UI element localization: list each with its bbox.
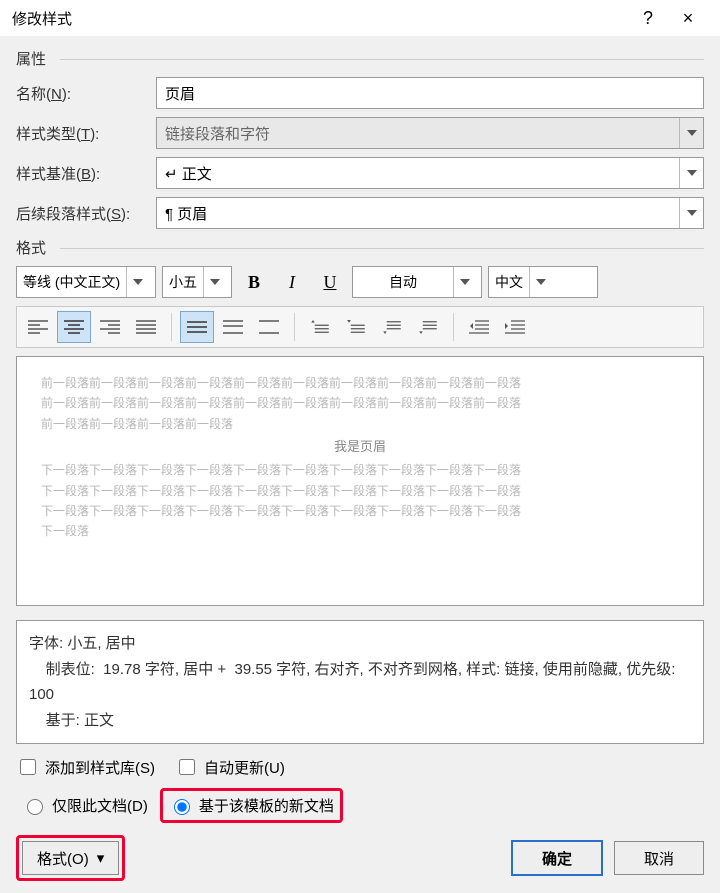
preview-next-para: 下一段落下一段落下一段落下一段落下一段落下一段落下一段落下一段落下一段落下一段落 (41, 460, 679, 480)
add-to-gallery-checkbox[interactable]: 添加到样式库(S) (16, 756, 155, 778)
auto-update-checkbox[interactable]: 自动更新(U) (175, 756, 285, 778)
preview-sample-text: 我是页眉 (41, 436, 679, 458)
underline-button[interactable]: U (314, 266, 346, 298)
separator (171, 313, 172, 341)
chevron-down-icon[interactable] (679, 198, 703, 228)
label-name: 名称(N): (16, 83, 156, 104)
basedon-dropdown[interactable]: ↵ 正文 (156, 157, 704, 189)
linespacing-2-button[interactable] (252, 311, 286, 343)
space-before-inc-button[interactable] (303, 311, 337, 343)
only-this-doc-radio[interactable]: 仅限此文档(D) (16, 791, 154, 820)
space-before-dec-button[interactable] (339, 311, 373, 343)
template-new-docs-radio[interactable]: 基于该模板的新文档 (160, 788, 343, 823)
label-followpara: 后续段落样式(S): (16, 203, 156, 224)
label-styletype: 样式类型(T): (16, 123, 156, 144)
add-to-gallery-input[interactable] (20, 759, 36, 775)
preview-prev-para: 前一段落前一段落前一段落前一段落前一段落前一段落前一段落前一段落前一段落前一段落 (41, 373, 679, 393)
format-menu-button[interactable]: 格式(O) ▾ (22, 841, 119, 875)
preview-prev-para: 前一段落前一段落前一段落前一段落前一段落前一段落前一段落前一段落前一段落前一段落 (41, 393, 679, 413)
preview-next-para: 下一段落下一段落下一段落下一段落下一段落下一段落下一段落下一段落下一段落下一段落 (41, 481, 679, 501)
help-button[interactable]: ? (628, 8, 668, 29)
linespacing-1-5-button[interactable] (216, 311, 250, 343)
followpara-dropdown[interactable]: ¶ 页眉 (156, 197, 704, 229)
italic-button[interactable]: I (276, 266, 308, 298)
align-center-button[interactable] (57, 311, 91, 343)
font-size-dropdown[interactable]: 小五 (162, 266, 232, 298)
preview-next-para: 下一段落下一段落下一段落下一段落下一段落下一段落下一段落下一段落下一段落下一段落 (41, 501, 679, 521)
chevron-down-icon[interactable] (453, 267, 475, 297)
chevron-down-icon[interactable] (529, 267, 551, 297)
only-this-doc-input[interactable] (27, 799, 43, 815)
font-color-dropdown[interactable]: 自动 (352, 266, 482, 298)
align-left-button[interactable] (21, 311, 55, 343)
bold-button[interactable]: B (238, 266, 270, 298)
format-toolbar-1: 等线 (中文正文) 小五 B I U 自动 中文 (16, 266, 704, 298)
preview-box: 前一段落前一段落前一段落前一段落前一段落前一段落前一段落前一段落前一段落前一段落… (16, 356, 704, 606)
chevron-down-icon[interactable] (203, 267, 225, 297)
section-format: 格式 (16, 237, 704, 258)
close-button[interactable]: × (668, 8, 708, 29)
separator (294, 313, 295, 341)
dialog-title: 修改样式 (12, 8, 628, 29)
space-after-inc-button[interactable] (375, 311, 409, 343)
template-new-docs-input[interactable] (174, 799, 190, 815)
preview-prev-para: 前一段落前一段落前一段落前一段落 (41, 414, 679, 434)
styletype-dropdown: 链接段落和字符 (156, 117, 704, 149)
font-name-dropdown[interactable]: 等线 (中文正文) (16, 266, 156, 298)
preview-next-para: 下一段落 (41, 521, 679, 541)
align-right-button[interactable] (93, 311, 127, 343)
label-basedon: 样式基准(B): (16, 163, 156, 184)
auto-update-input[interactable] (179, 759, 195, 775)
space-after-dec-button[interactable] (411, 311, 445, 343)
chevron-down-icon[interactable] (679, 158, 703, 188)
chevron-down-icon (679, 118, 703, 148)
section-properties: 属性 (16, 48, 704, 69)
ok-button[interactable]: 确定 (512, 841, 602, 875)
separator (453, 313, 454, 341)
align-justify-button[interactable] (129, 311, 163, 343)
language-dropdown[interactable]: 中文 (488, 266, 598, 298)
format-toolbar-2 (16, 306, 704, 348)
linespacing-1-button[interactable] (180, 311, 214, 343)
dropdown-arrow-icon: ▾ (97, 849, 105, 867)
cancel-button[interactable]: 取消 (614, 841, 704, 875)
style-description: 字体: 小五, 居中 制表位: 19.78 字符, 居中 + 39.55 字符,… (16, 620, 704, 744)
name-input[interactable]: 页眉 (156, 77, 704, 109)
indent-decrease-button[interactable] (462, 311, 496, 343)
indent-increase-button[interactable] (498, 311, 532, 343)
chevron-down-icon[interactable] (126, 267, 148, 297)
